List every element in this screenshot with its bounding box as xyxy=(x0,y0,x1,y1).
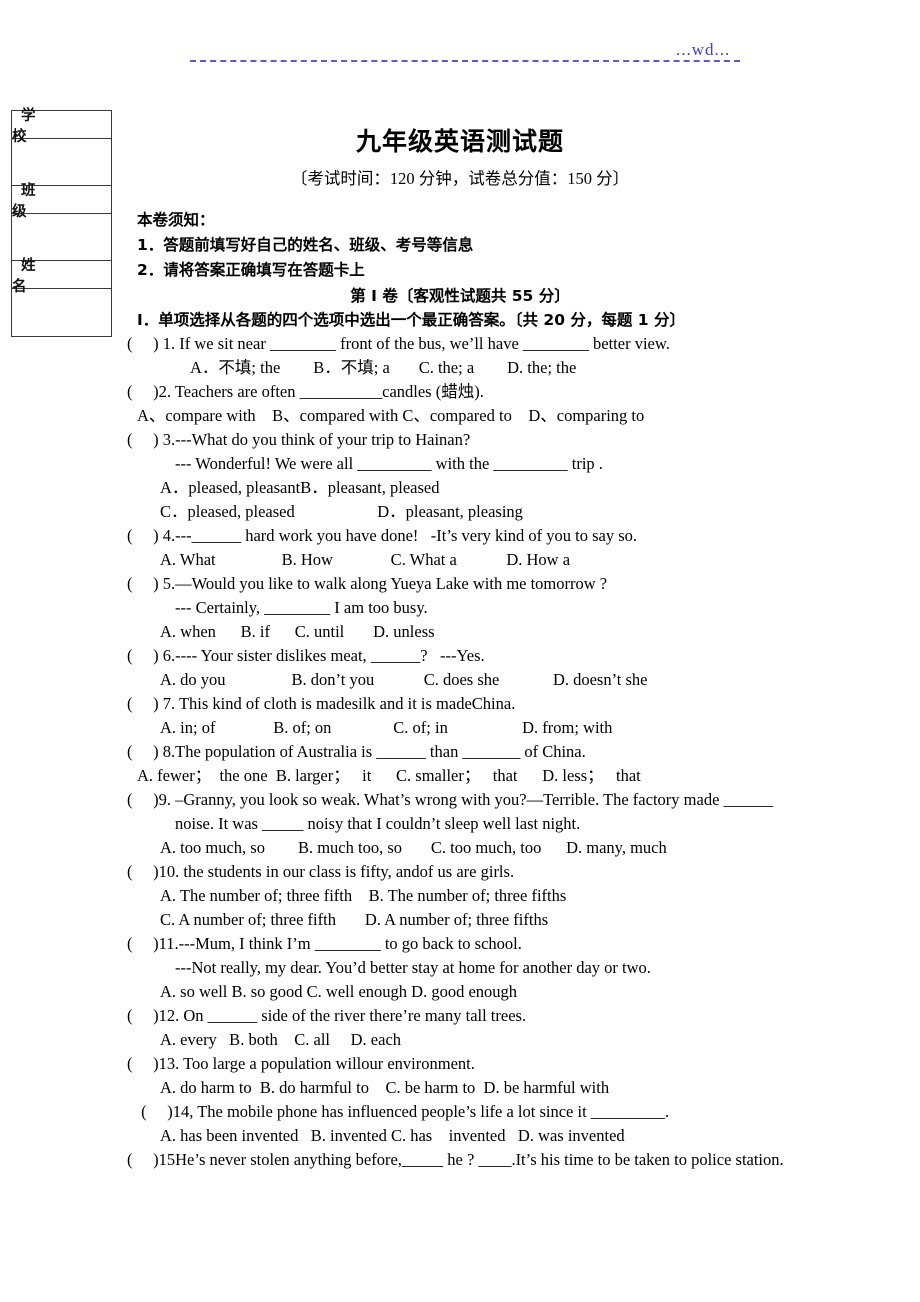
question-line: ( ) 3.---What do you think of your trip … xyxy=(127,430,471,449)
notice-title: 本卷须知： xyxy=(137,211,215,229)
question-line: A. do you B. don’t you C. does she D. do… xyxy=(160,670,648,689)
question-line: ( )11.---Mum, I think I’m ________ to go… xyxy=(127,934,522,953)
question-line: noise. It was _____ noisy that I couldn’… xyxy=(175,814,581,833)
question-line: A. too much, so B. much too, so C. too m… xyxy=(160,838,667,857)
question-line: ( )14, The mobile phone has influenced p… xyxy=(137,1102,670,1121)
header-divider-rule xyxy=(190,60,740,62)
question-list: ( ) 1. If we sit near ________ front of … xyxy=(0,332,920,1172)
question-line: A. so well B. so good C. well enough D. … xyxy=(160,982,518,1001)
question-line: --- Wonderful! We were all _________ wit… xyxy=(175,454,603,473)
question-line: A．pleased, pleasantB．pleasant, pleased xyxy=(160,478,440,497)
question-line: A. What B. How C. What a D. How a xyxy=(160,550,571,569)
question-line: A. every B. both C. all D. each xyxy=(160,1030,402,1049)
notice-block: 本卷须知： 1．答题前填写好自己的姓名、班级、考号等信息 2．请将答案正确填写在… xyxy=(137,208,837,283)
question-line: ( ) 5.—Would you like to walk along Yuey… xyxy=(127,574,608,593)
question-line: A. in; of B. of; on C. of; in D. from; w… xyxy=(160,718,613,737)
question-line: A. do harm to B. do harmful to C. be har… xyxy=(160,1078,610,1097)
section-one-heading: Ⅰ．单项选择从各题的四个选项中选出一个最正确答案。〔共 20 分，每题 1 分〕 xyxy=(137,311,685,329)
question-line: ( )15He’s never stolen anything before,_… xyxy=(127,1150,784,1169)
notice-item-1: 1．答题前填写好自己的姓名、班级、考号等信息 xyxy=(137,236,474,254)
question-line: ( )9. –Granny, you look so weak. What’s … xyxy=(127,790,774,809)
question-line: ( )13. Too large a population willour en… xyxy=(127,1054,475,1073)
page-header: ...wd... xyxy=(0,40,920,68)
question-line: ( )2. Teachers are often __________candl… xyxy=(127,382,484,401)
question-line: ( )10. the students in our class is fift… xyxy=(127,862,515,881)
question-line: C．pleased, pleased D．pleasant, pleasing xyxy=(160,502,523,521)
question-line: A. fewer； the one B. larger； it C. small… xyxy=(137,766,641,785)
header-watermark: ...wd... xyxy=(676,40,731,59)
question-line: C. A number of; three fifth D. A number … xyxy=(160,910,549,929)
question-line: --- Certainly, ________ I am too busy. xyxy=(175,598,428,617)
info-row-label: 班 级 xyxy=(12,183,111,220)
question-line: ---Not really, my dear. You’d better sta… xyxy=(175,958,651,977)
question-line: ( ) 8.The population of Australia is ___… xyxy=(127,742,586,761)
question-line: ( ) 7. This kind of cloth is madesilk an… xyxy=(127,694,516,713)
part-one-heading: 第 I 卷〔客观性试题共 55 分〕 xyxy=(350,287,570,305)
question-line: A. when B. if C. until D. unless xyxy=(160,622,435,641)
notice-item-2: 2．请将答案正确填写在答题卡上 xyxy=(137,261,365,279)
question-line: ( ) 4.---______ hard work you have done!… xyxy=(127,526,638,545)
page-title: 九年级英语测试题 xyxy=(355,127,564,156)
question-line: ( ) 1. If we sit near ________ front of … xyxy=(127,334,670,353)
exam-meta-line: 〔考试时间：120 分钟，试卷总分值：150 分〕 xyxy=(290,169,630,188)
question-line: A. The number of; three fifth B. The num… xyxy=(160,886,567,905)
question-line: ( ) 6.---- Your sister dislikes meat, __… xyxy=(127,646,485,665)
question-line: A. has been invented B. invented C. has … xyxy=(160,1126,625,1145)
question-line: ( )12. On ______ side of the river there… xyxy=(127,1006,527,1025)
question-line: A．不填; the B．不填; a C. the; a D. the; the xyxy=(190,358,577,377)
question-line: A、compare with B、compared with C、compare… xyxy=(137,406,645,425)
